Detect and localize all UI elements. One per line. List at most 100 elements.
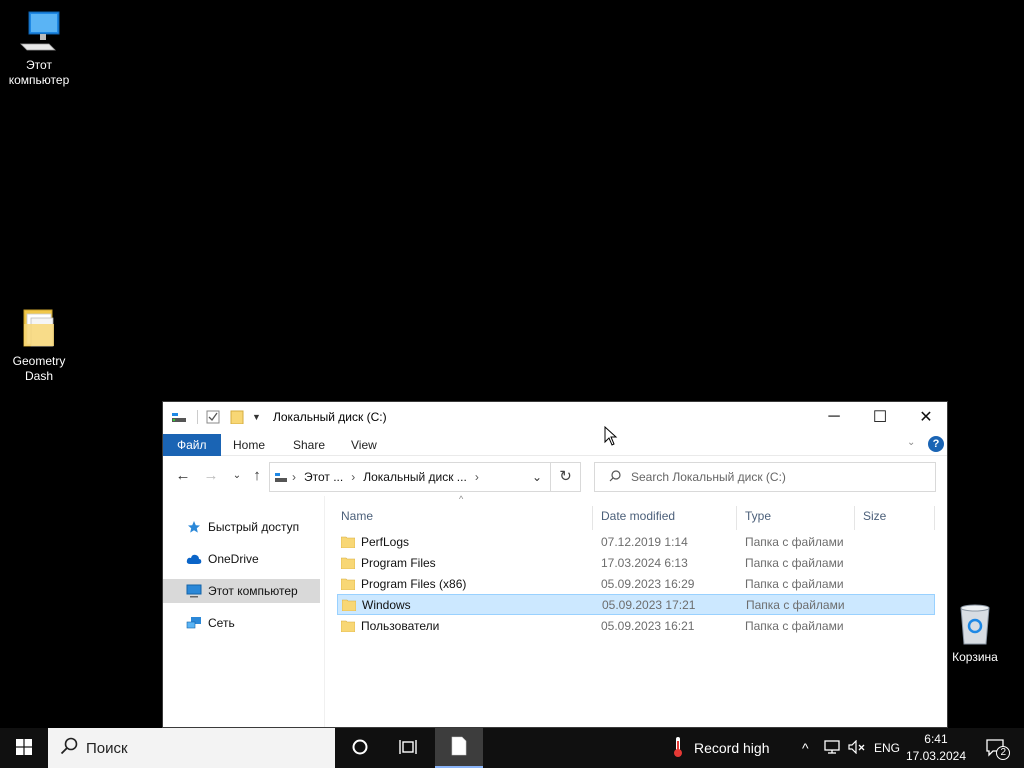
folder-icon bbox=[340, 578, 356, 591]
arrow-up-icon: ↑ bbox=[253, 467, 261, 484]
task-view-icon bbox=[399, 739, 417, 758]
column-header-date-modified[interactable]: Date modified bbox=[593, 506, 737, 530]
window-title: Локальный диск (C:) bbox=[273, 410, 387, 424]
show-hidden-icons-button[interactable]: ^ bbox=[802, 728, 809, 768]
up-button[interactable]: ↑ bbox=[247, 466, 267, 486]
desktop-icon-this-pc[interactable]: Этот компьютер bbox=[1, 10, 77, 88]
windows-icon bbox=[16, 738, 32, 758]
tab-home[interactable]: Home bbox=[219, 434, 279, 456]
minimize-button[interactable]: ─ bbox=[811, 402, 857, 432]
help-icon[interactable]: ? bbox=[928, 436, 944, 452]
chevron-up-icon: ^ bbox=[802, 740, 809, 756]
search-box[interactable] bbox=[594, 462, 936, 492]
desktop-icon-recycle-bin[interactable]: Корзина bbox=[937, 602, 1013, 665]
network-icon bbox=[824, 739, 840, 757]
file-type: Папка с файлами bbox=[746, 597, 845, 612]
start-button[interactable] bbox=[0, 728, 48, 768]
network-status-button[interactable] bbox=[824, 728, 840, 768]
file-explorer-window: ▼ Локальный диск (C:) ─ ☐ ✕ Файл Home Sh… bbox=[162, 401, 948, 728]
document-icon bbox=[451, 736, 467, 759]
column-header-size[interactable]: Size bbox=[855, 506, 935, 530]
recent-locations-button[interactable]: ⌄ bbox=[227, 466, 247, 486]
weather-widget[interactable]: Record high bbox=[672, 728, 770, 768]
speaker-muted-icon bbox=[848, 739, 866, 757]
desktop-icon-label: Geometry bbox=[12, 354, 66, 368]
file-name: Windows bbox=[362, 597, 411, 612]
breadcrumb-local-disk[interactable]: Локальный диск ... bbox=[363, 470, 467, 484]
mouse-cursor-icon bbox=[604, 425, 618, 449]
address-bar[interactable]: › Этот ... › Локальный диск ... › ⌄ bbox=[269, 462, 551, 492]
search-input[interactable] bbox=[631, 470, 921, 484]
drive-icon[interactable] bbox=[171, 410, 187, 424]
title-bar[interactable]: ▼ Локальный диск (C:) ─ ☐ ✕ bbox=[163, 402, 947, 432]
file-date: 05.09.2023 17:21 bbox=[602, 597, 696, 612]
file-type: Папка с файлами bbox=[745, 618, 844, 633]
notification-count: 2 bbox=[996, 746, 1010, 760]
back-button[interactable]: ← bbox=[173, 466, 193, 486]
file-date: 07.12.2019 1:14 bbox=[601, 534, 688, 549]
forward-button[interactable]: → bbox=[201, 466, 221, 486]
maximize-button[interactable]: ☐ bbox=[857, 402, 903, 432]
file-name: Пользователи bbox=[361, 618, 440, 633]
action-center-button[interactable]: 2 bbox=[976, 728, 1016, 768]
column-header-type[interactable]: Type bbox=[737, 506, 855, 530]
tab-share[interactable]: Share bbox=[279, 434, 339, 456]
new-folder-icon[interactable] bbox=[230, 410, 244, 425]
taskbar-search-placeholder: Поиск bbox=[86, 739, 128, 757]
file-row[interactable]: Program Files (x86) 05.09.2023 16:29 Пап… bbox=[337, 573, 935, 594]
breadcrumb-separator: › bbox=[474, 470, 479, 484]
breadcrumb-this-pc[interactable]: Этот ... bbox=[304, 470, 343, 484]
close-icon: ✕ bbox=[919, 409, 933, 426]
recycle-bin-icon bbox=[953, 602, 997, 646]
nav-item-onedrive[interactable]: OneDrive bbox=[163, 547, 320, 571]
arrow-right-icon: → bbox=[203, 467, 219, 484]
refresh-icon: ↻ bbox=[559, 468, 572, 485]
task-view-button[interactable] bbox=[384, 728, 432, 768]
column-header-name[interactable]: Name bbox=[333, 506, 593, 530]
computer-icon bbox=[17, 10, 61, 54]
volume-button[interactable] bbox=[848, 728, 866, 768]
folder-icon bbox=[340, 620, 356, 633]
close-button[interactable]: ✕ bbox=[903, 402, 947, 432]
breadcrumb-separator: › bbox=[351, 470, 356, 484]
tab-file[interactable]: Файл bbox=[163, 434, 221, 456]
file-name: PerfLogs bbox=[361, 534, 410, 549]
clock[interactable]: 6:41 17.03.2024 bbox=[906, 731, 966, 765]
taskbar-search-box[interactable]: Поиск bbox=[48, 728, 335, 768]
cloud-icon bbox=[185, 551, 203, 567]
taskbar: Поиск Record high ^ ENG 6:41 17.03.2024 … bbox=[0, 728, 1024, 768]
language-indicator[interactable]: ENG bbox=[874, 728, 900, 768]
file-name: Program Files bbox=[361, 555, 436, 570]
cortana-button[interactable] bbox=[336, 728, 384, 768]
file-row-selected[interactable]: Windows 05.09.2023 17:21 Папка с файлами bbox=[337, 594, 935, 615]
desktop-icon-label: Dash bbox=[24, 369, 53, 383]
nav-item-this-pc[interactable]: Этот компьютер bbox=[163, 579, 320, 603]
search-icon bbox=[60, 737, 78, 759]
taskbar-app-file-explorer[interactable] bbox=[435, 728, 483, 768]
quick-access-toolbar: ▼ bbox=[171, 410, 261, 425]
nav-item-label: Быстрый доступ bbox=[208, 520, 300, 534]
drive-icon bbox=[274, 471, 288, 483]
nav-item-network[interactable]: Сеть bbox=[163, 611, 320, 635]
desktop-icon-label: компьютер bbox=[8, 73, 70, 87]
nav-item-quick-access[interactable]: Быстрый доступ bbox=[163, 515, 320, 539]
nav-item-label: OneDrive bbox=[208, 552, 259, 566]
folder-icon bbox=[340, 557, 356, 570]
star-icon bbox=[185, 519, 203, 535]
expand-ribbon-icon[interactable]: ⌄ bbox=[907, 437, 915, 448]
file-row[interactable]: Пользователи 05.09.2023 16:21 Папка с фа… bbox=[337, 615, 935, 636]
computer-icon bbox=[185, 583, 203, 599]
address-dropdown-button[interactable]: ⌄ bbox=[524, 463, 550, 491]
weather-text: Record high bbox=[694, 740, 770, 756]
refresh-button[interactable]: ↻ bbox=[551, 462, 581, 492]
nav-item-label: Этот компьютер bbox=[208, 584, 298, 598]
tab-view[interactable]: View bbox=[337, 434, 391, 456]
folder-icon bbox=[341, 599, 357, 612]
desktop-icon-geometry-dash[interactable]: Geometry Dash bbox=[1, 306, 77, 384]
file-date: 05.09.2023 16:29 bbox=[601, 576, 695, 591]
customize-toolbar-icon[interactable]: ▼ bbox=[252, 412, 261, 422]
navigation-bar: ← → ⌄ ↑ › Этот ... › Локальный диск ... … bbox=[163, 456, 947, 496]
file-row[interactable]: PerfLogs 07.12.2019 1:14 Папка с файлами bbox=[337, 531, 935, 552]
properties-icon[interactable] bbox=[206, 410, 220, 424]
file-row[interactable]: Program Files 17.03.2024 6:13 Папка с фа… bbox=[337, 552, 935, 573]
